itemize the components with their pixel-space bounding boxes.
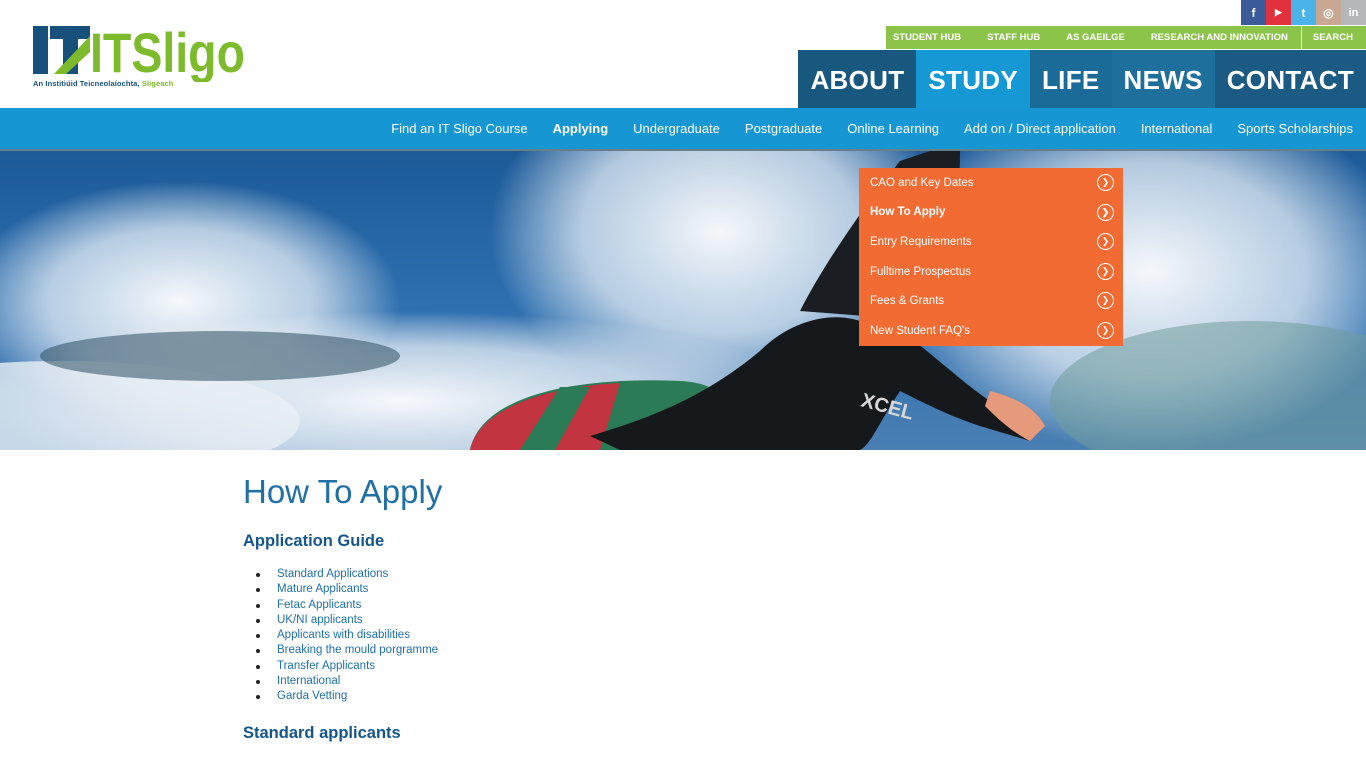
subnav-international[interactable]: International <box>1141 121 1213 136</box>
standard-applicants-heading: Standard applicants <box>243 724 401 742</box>
menu-item-label: Fees & Grants <box>870 295 945 308</box>
sub-nav: Find an IT Sligo Course Applying Undergr… <box>0 108 1366 149</box>
menu-item-cao-key-dates[interactable]: CAO and Key Dates ❯ <box>859 168 1123 198</box>
guide-link-international[interactable]: International <box>243 674 438 689</box>
menu-item-how-to-apply[interactable]: How To Apply ❯ <box>859 198 1123 228</box>
instagram-icon[interactable]: ◎ <box>1316 0 1341 25</box>
chevron-right-circle-icon: ❯ <box>1097 174 1114 191</box>
hero-surfer-image: XCEL <box>0 151 1366 450</box>
subnav-applying[interactable]: Applying <box>553 121 609 136</box>
chevron-right-circle-icon: ❯ <box>1097 292 1114 310</box>
linkedin-icon[interactable]: in <box>1341 0 1366 25</box>
applying-dropdown-menu: CAO and Key Dates ❯ How To Apply ❯ Entry R… <box>859 168 1123 346</box>
guide-link-transfer-applicants[interactable]: Transfer Applicants <box>243 659 438 674</box>
menu-item-entry-requirements[interactable]: Entry Requirements ❯ <box>859 227 1123 257</box>
menu-item-label: Entry Requirements <box>870 235 972 248</box>
nav-contact[interactable]: CONTACT <box>1214 50 1366 108</box>
logo-text: ITSligo <box>90 22 245 82</box>
chevron-right-circle-icon: ❯ <box>1097 262 1114 280</box>
menu-item-label: Fulltime Prospectus <box>870 265 971 278</box>
nav-life[interactable]: LIFE <box>1030 50 1112 108</box>
search-link[interactable]: SEARCH <box>1300 26 1366 49</box>
page-title: How To Apply <box>243 473 443 510</box>
social-links: f ▶ t ◎ in <box>1241 0 1366 25</box>
nav-news[interactable]: NEWS <box>1111 50 1215 108</box>
menu-item-fees-grants[interactable]: Fees & Grants ❯ <box>859 286 1123 316</box>
guide-link-fetac-applicants[interactable]: Fetac Applicants <box>243 598 438 613</box>
chevron-right-circle-icon: ❯ <box>1097 203 1114 221</box>
student-hub-link[interactable]: STUDENT HUB <box>880 26 974 49</box>
itsligo-logo[interactable]: ITSligo An Institiúid Teicneolaíochta, S… <box>30 22 246 92</box>
research-innovation-link[interactable]: RESEARCH AND INNOVATION <box>1138 26 1301 49</box>
staff-hub-link[interactable]: STAFF HUB <box>974 26 1053 49</box>
guide-link-applicants-disabilities[interactable]: Applicants with disabilities <box>243 628 438 643</box>
subnav-sports-scholarships[interactable]: Sports Scholarships <box>1237 121 1353 136</box>
nav-study[interactable]: STUDY <box>916 50 1030 108</box>
subnav-postgraduate[interactable]: Postgraduate <box>745 121 822 136</box>
menu-item-label: CAO and Key Dates <box>870 176 974 189</box>
guide-link-garda-vetting[interactable]: Garda Vetting <box>243 689 438 704</box>
site-header: ITSligo An Institiúid Teicneolaíochta, S… <box>0 0 1366 108</box>
utility-nav: STUDENT HUB STAFF HUB AS GAEILGE RESEARC… <box>886 26 1366 49</box>
guide-link-breaking-the-mould[interactable]: Breaking the mould porgramme <box>243 643 438 658</box>
facebook-icon[interactable]: f <box>1241 0 1266 25</box>
nav-about[interactable]: ABOUT <box>798 50 917 108</box>
guide-link-uk-ni-applicants[interactable]: UK/NI applicants <box>243 613 438 628</box>
chevron-right-circle-icon: ❯ <box>1097 321 1114 339</box>
menu-item-new-student-faqs[interactable]: New Student FAQ's ❯ <box>859 316 1123 346</box>
main-nav: ABOUT STUDY LIFE NEWS CONTACT <box>798 50 1366 108</box>
logo-tagline: An Institiúid Teicneolaíochta, Sligeach <box>33 79 174 88</box>
subnav-add-on[interactable]: Add on / Direct application <box>964 121 1116 136</box>
subnav-undergraduate[interactable]: Undergraduate <box>633 121 720 136</box>
as-gaeilge-link[interactable]: AS GAEILGE <box>1053 26 1138 49</box>
guide-link-mature-applicants[interactable]: Mature Applicants <box>243 582 438 597</box>
logo-mark: ITSligo <box>33 22 245 82</box>
menu-item-label: How To Apply <box>870 206 946 219</box>
application-guide-list: Standard Applications Mature Applicants … <box>243 567 438 705</box>
youtube-icon[interactable]: ▶ <box>1266 0 1291 25</box>
twitter-icon[interactable]: t <box>1291 0 1316 25</box>
subnav-find-course[interactable]: Find an IT Sligo Course <box>391 121 527 136</box>
menu-item-fulltime-prospectus[interactable]: Fulltime Prospectus ❯ <box>859 257 1123 287</box>
guide-link-standard-applications[interactable]: Standard Applications <box>243 567 438 582</box>
subnav-online-learning[interactable]: Online Learning <box>847 121 939 136</box>
chevron-right-circle-icon: ❯ <box>1097 233 1114 251</box>
application-guide-heading: Application Guide <box>243 532 385 550</box>
menu-item-label: New Student FAQ's <box>870 324 970 337</box>
